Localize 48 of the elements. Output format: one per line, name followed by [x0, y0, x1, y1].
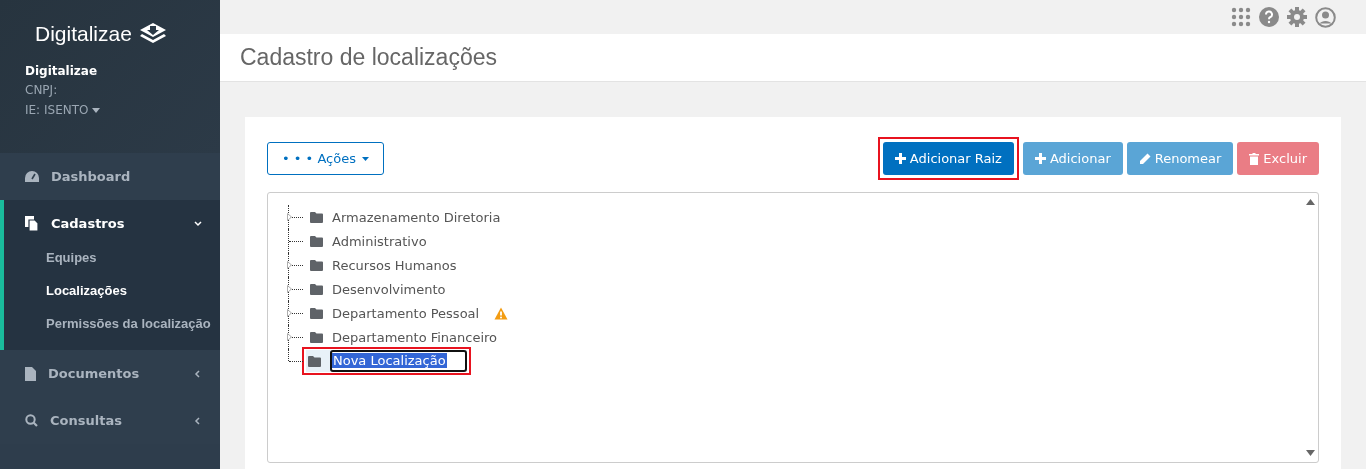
- search-icon: [25, 414, 38, 427]
- folder-icon: [310, 211, 323, 223]
- menu-item[interactable]: Dashboard: [0, 153, 220, 200]
- gauge-icon: [25, 170, 39, 183]
- scroll-down-icon[interactable]: [1305, 450, 1315, 456]
- caret-icon[interactable]: [361, 156, 369, 161]
- cnpj-label: CNPJ:: [25, 83, 58, 97]
- actions-dropdown-button[interactable]: • • • Ações: [267, 142, 384, 175]
- folder-icon: [310, 235, 323, 247]
- file-icon: [25, 366, 36, 381]
- tree-node[interactable]: Armazenamento Diretoria: [332, 209, 501, 225]
- settings-icon[interactable]: [1287, 7, 1307, 27]
- expand-toggle-icon[interactable]: [287, 285, 292, 293]
- logo-text: Digitalizae: [35, 22, 132, 46]
- warning-icon: [494, 306, 509, 320]
- expand-toggle-icon[interactable]: [287, 309, 292, 317]
- menu-item[interactable]: Consultas: [0, 397, 220, 444]
- tree-node[interactable]: Departamento Pessoal: [332, 305, 480, 321]
- submenu-item[interactable]: Permissões da localização: [4, 307, 220, 340]
- folder-icon: [310, 259, 323, 271]
- menu-item[interactable]: Documentos: [0, 350, 220, 397]
- folder-icon: [308, 355, 321, 367]
- folder-icon: [310, 283, 323, 295]
- tree-node[interactable]: Desenvolvimento: [332, 281, 446, 297]
- chevron-icon: [194, 369, 202, 378]
- caret-icon[interactable]: [92, 108, 101, 113]
- folder-icon: [310, 331, 323, 343]
- expand-toggle-icon[interactable]: [287, 333, 292, 341]
- folder-icon: [310, 307, 323, 319]
- apps-grid-icon[interactable]: [1231, 7, 1251, 27]
- copy-icon: [25, 216, 39, 231]
- tree-node[interactable]: Departamento Financeiro: [332, 329, 498, 345]
- plus-icon[interactable]: [894, 153, 906, 164]
- help-icon[interactable]: [1259, 7, 1279, 27]
- page-title: Cadastro de localizações: [240, 44, 497, 71]
- ie-label[interactable]: IE: ISENTO: [25, 103, 89, 117]
- submenu-item[interactable]: Localizações: [4, 274, 220, 307]
- toolbar-button[interactable]: Adicionar Raiz: [882, 142, 1014, 175]
- expand-toggle-icon[interactable]: [287, 213, 292, 221]
- company-name: Digitalizae: [25, 64, 99, 78]
- rename-input-field[interactable]: Nova Localização: [330, 350, 467, 372]
- tree-node[interactable]: Recursos Humanos: [332, 257, 457, 273]
- chevron-icon: [194, 219, 202, 228]
- tree-node[interactable]: Administrativo: [332, 233, 427, 249]
- user-icon[interactable]: [1315, 6, 1336, 28]
- chevron-icon: [194, 416, 202, 425]
- scroll-up-icon[interactable]: [1305, 199, 1315, 205]
- expand-toggle-icon[interactable]: [287, 261, 292, 269]
